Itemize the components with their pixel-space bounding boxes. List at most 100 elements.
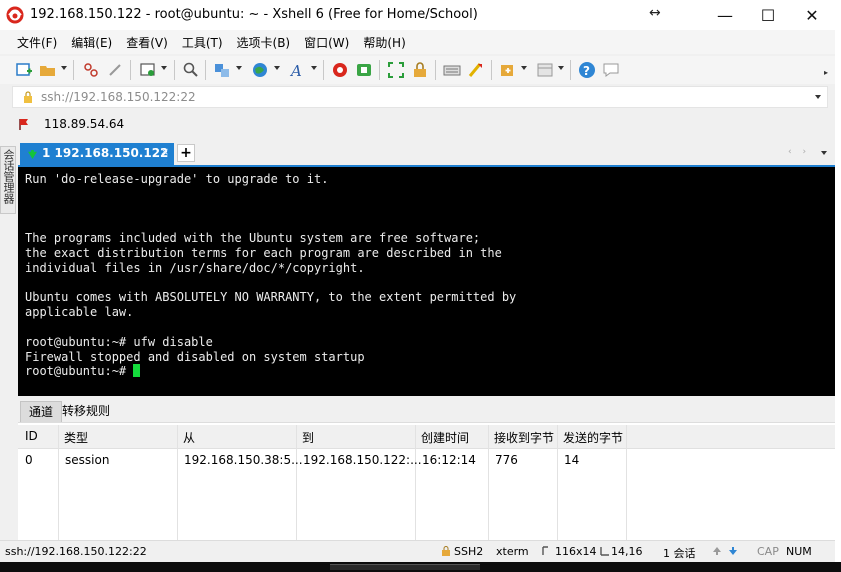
- status-size: 116x14: [555, 545, 597, 558]
- terminal-line: The programs included with the Ubuntu sy…: [25, 231, 481, 246]
- column-header-received[interactable]: 接收到字节: [494, 429, 554, 446]
- maximize-button[interactable]: ☐: [745, 0, 791, 30]
- cell-created: 16:12:14: [422, 453, 476, 467]
- layout-icon[interactable]: [536, 61, 554, 79]
- tab-scroll-arrows[interactable]: ‹ ›: [788, 147, 810, 157]
- toolbar: A ?: [0, 56, 835, 84]
- status-caps-lock: CAP: [757, 545, 779, 558]
- tab-close-icon[interactable]: ×: [160, 145, 169, 158]
- column-header-type[interactable]: 类型: [64, 429, 88, 446]
- menu-file[interactable]: 文件(F): [10, 34, 64, 51]
- status-address: ssh://192.168.150.122:22: [5, 545, 147, 558]
- menu-bar: 文件(F) 编辑(E) 查看(V) 工具(T) 选项卡(B) 窗口(W) 帮助(…: [0, 30, 835, 54]
- status-protocol: SSH2: [454, 545, 484, 558]
- font-icon[interactable]: A: [289, 61, 307, 79]
- menu-tools[interactable]: 工具(T): [175, 34, 230, 51]
- upload-arrow-icon: [713, 547, 721, 555]
- menu-window[interactable]: 窗口(W): [297, 34, 356, 51]
- taskbar-highlight: [330, 564, 480, 570]
- column-header-from[interactable]: 从: [183, 429, 195, 446]
- xshell-logo-icon: [6, 6, 24, 24]
- address-lock-icon: [24, 91, 32, 103]
- xshell-window: 192.168.150.122 - root@ubuntu: ~ - Xshel…: [0, 0, 841, 572]
- svg-text:?: ?: [583, 64, 590, 78]
- connected-status-icon: [28, 150, 37, 159]
- status-num-lock: NUM: [786, 545, 812, 558]
- open-folder-icon[interactable]: [39, 61, 57, 79]
- terminal-line: root@ubuntu:~# ufw disable: [25, 334, 213, 349]
- compose-icon[interactable]: [499, 61, 517, 79]
- disconnect-icon[interactable]: [82, 61, 100, 79]
- terminal-output: Run 'do-release-upgrade' to upgrade to i…: [25, 172, 516, 379]
- tunneling-panel: 通道 转移规则 ID 类型 从 到 创建时间 接收到字节 发送的字节 0 ses…: [18, 398, 835, 540]
- download-arrow-icon: [729, 547, 737, 555]
- address-input[interactable]: ssh://192.168.150.122:22: [41, 90, 196, 104]
- open-dropdown-icon[interactable]: [61, 66, 67, 70]
- title-bar[interactable]: 192.168.150.122 - root@ubuntu: ~ - Xshel…: [0, 0, 841, 30]
- terminal-prompt: root@ubuntu:~#: [25, 364, 134, 379]
- cell-sent: 14: [564, 453, 580, 467]
- tab-bar: 1 192.168.150.122 × + ‹ ›: [18, 140, 835, 165]
- keyboard-icon[interactable]: [443, 61, 461, 79]
- table-header: ID 类型 从 到 创建时间 接收到字节 发送的字节: [18, 425, 835, 449]
- menu-view[interactable]: 查看(V): [119, 34, 175, 51]
- highlight-icon[interactable]: [467, 61, 485, 79]
- session-manager-label: 会话管理器: [2, 149, 15, 204]
- cell-id: 0: [25, 453, 33, 467]
- terminal-cursor: [133, 364, 141, 378]
- find-icon[interactable]: [182, 61, 200, 79]
- column-header-id[interactable]: ID: [25, 429, 38, 443]
- column-header-sent[interactable]: 发送的字节: [563, 429, 623, 446]
- close-button[interactable]: ✕: [789, 0, 835, 30]
- terminal-prompt-line: root@ubuntu:~#: [25, 364, 516, 379]
- status-sessions: 1 会话: [663, 547, 696, 560]
- column-header-created[interactable]: 创建时间: [421, 429, 469, 446]
- address-bar[interactable]: ssh://192.168.150.122:22: [12, 86, 828, 108]
- window-right-edge: [835, 30, 841, 562]
- terminal-line: applicable law.: [25, 305, 134, 320]
- cell-to: 192.168.150.122:...: [303, 453, 422, 467]
- lock-icon[interactable]: [411, 61, 429, 79]
- reconnect-icon[interactable]: [106, 61, 124, 79]
- transfer-icon[interactable]: [213, 61, 231, 79]
- toolbar-overflow-icon[interactable]: ▸: [824, 68, 828, 77]
- window-title: 192.168.150.122 - root@ubuntu: ~ - Xshel…: [30, 7, 478, 22]
- svg-text:A: A: [289, 62, 302, 79]
- links-bar: 118.89.54.64: [0, 112, 835, 136]
- xmanager-icon[interactable]: [355, 61, 373, 79]
- size-icon: [542, 546, 548, 555]
- fullscreen-icon[interactable]: [387, 61, 405, 79]
- menu-edit[interactable]: 编辑(E): [64, 34, 119, 51]
- globe-icon[interactable]: [251, 61, 269, 79]
- resize-arrows-icon: ↔: [649, 5, 661, 21]
- table-row[interactable]: 0 session 192.168.150.38:5... 192.168.15…: [18, 450, 835, 472]
- new-session-icon[interactable]: [15, 61, 33, 79]
- tab-forwarding-rules[interactable]: 转移规则: [54, 401, 118, 422]
- add-tab-button[interactable]: +: [177, 144, 195, 162]
- help-icon[interactable]: ?: [578, 61, 596, 79]
- address-dropdown-icon[interactable]: [815, 95, 821, 99]
- status-bar: ssh://192.168.150.122:22 SSH2 xterm 116x…: [0, 540, 835, 562]
- minimize-button[interactable]: —: [702, 0, 748, 30]
- chat-icon[interactable]: [602, 61, 620, 79]
- column-header-to[interactable]: 到: [302, 429, 314, 446]
- terminal-line: Firewall stopped and disabled on system …: [25, 349, 365, 364]
- tab-session-1[interactable]: 1 192.168.150.122 ×: [20, 143, 174, 165]
- quick-link-item[interactable]: 118.89.54.64: [44, 117, 124, 131]
- session-manager-strip[interactable]: 会话管理器: [0, 146, 16, 214]
- cell-type: session: [65, 453, 110, 467]
- tab-list-dropdown-icon[interactable]: [821, 151, 827, 155]
- menu-help[interactable]: 帮助(H): [356, 34, 412, 51]
- terminal-line: individual files in /usr/share/doc/*/cop…: [25, 260, 365, 275]
- terminal-view[interactable]: Run 'do-release-upgrade' to upgrade to i…: [18, 165, 835, 396]
- cursor-position-icon: [600, 547, 609, 556]
- xftp-icon[interactable]: [331, 61, 349, 79]
- tab-label: 1 192.168.150.122: [42, 146, 169, 160]
- terminal-line: Ubuntu comes with ABSOLUTELY NO WARRANTY…: [25, 290, 517, 305]
- new-window-icon[interactable]: [139, 61, 157, 79]
- terminal-line: the exact distribution terms for each pr…: [25, 245, 502, 260]
- menu-tabs[interactable]: 选项卡(B): [230, 34, 298, 51]
